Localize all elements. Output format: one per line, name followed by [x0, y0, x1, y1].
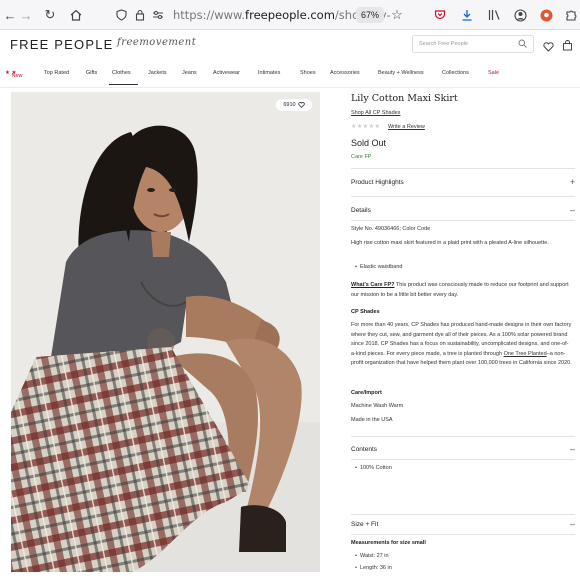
care-fp-info: What's Care FP? This product was conscio… — [351, 281, 573, 300]
brand-heading: CP Shades — [351, 309, 380, 315]
size-fit-toggle[interactable]: Size + Fit – — [351, 519, 575, 535]
browser-toolbar: ← → ↻ https://www.freepeople.com/shop/li… — [0, 0, 580, 30]
category-nav: ★ New ★ Top Rated Gifts Clothes Jackets … — [0, 67, 580, 85]
size-fit-label: Size + Fit — [351, 521, 379, 528]
lock-icon[interactable] — [132, 7, 148, 23]
product-title: Lily Cotton Maxi Skirt — [351, 93, 458, 104]
divider — [351, 514, 575, 515]
one-tree-planted-link[interactable]: One Tree Planted — [504, 351, 547, 357]
nav-item-activewear[interactable]: Activewear — [213, 70, 240, 76]
wishlist-heart-icon[interactable] — [543, 39, 554, 57]
back-arrow-icon[interactable]: ← — [2, 7, 18, 23]
divider — [351, 436, 575, 437]
product-highlights-label: Product Highlights — [351, 179, 404, 186]
contents-bullet: • 100% Cotton — [355, 465, 392, 471]
minus-icon: – — [569, 205, 575, 215]
rating-stars: ★★★★★ — [351, 124, 381, 130]
movement-logo[interactable]: freemovement — [117, 37, 196, 48]
site-logo[interactable]: FREE PEOPLE — [10, 37, 114, 52]
length-text: Length: 36 in — [359, 565, 392, 571]
availability-status: Sold Out — [351, 138, 387, 148]
details-toggle[interactable]: Details – — [351, 205, 575, 221]
brand-description: For more than 40 years, CP Shades has pr… — [351, 321, 573, 369]
nav-item-gifts[interactable]: Gifts — [86, 70, 97, 76]
url-host: freepeople.com — [245, 8, 335, 22]
divider — [351, 220, 575, 221]
made-in: Made in the USA — [351, 417, 393, 423]
nav-item-beauty-wellness[interactable]: Beauty + Wellness — [378, 70, 424, 76]
library-icon[interactable] — [486, 7, 502, 23]
nav-item-new[interactable]: ★ New ★ — [5, 70, 22, 79]
nav-item-new-label: New — [11, 73, 23, 79]
contents-toggle[interactable]: Contents – — [351, 444, 575, 460]
download-icon[interactable] — [459, 7, 475, 23]
likes-badge[interactable]: 6910 — [276, 99, 312, 111]
care-import-heading: Care/Import — [351, 390, 382, 396]
likes-heart-icon — [297, 102, 305, 108]
zoom-badge[interactable]: 67% — [356, 7, 384, 23]
divider — [351, 168, 575, 169]
reload-icon[interactable]: ↻ — [42, 7, 58, 23]
style-number: Style No. 49036466; Color Code: — [351, 226, 432, 232]
waist-measurement: • Waist: 27 in — [355, 553, 389, 559]
header-divider — [0, 87, 580, 88]
home-icon[interactable] — [68, 7, 84, 23]
minus-icon: – — [569, 519, 575, 529]
pocket-icon[interactable] — [432, 7, 448, 23]
search-placeholder: Search Free People — [419, 41, 468, 47]
care-fp-link[interactable]: What's Care FP? — [351, 282, 394, 288]
nav-item-jackets[interactable]: Jackets — [148, 70, 167, 76]
feature-bullet: • Elastic waistband — [355, 264, 403, 270]
contents-label: Contents — [351, 446, 378, 453]
shop-all-link[interactable]: Shop All CP Shades — [351, 110, 400, 116]
product-description: High rise cotton maxi skirt featured in … — [351, 240, 549, 246]
search-input[interactable]: Search Free People — [412, 35, 534, 53]
wash-instructions: Machine Wash Warm — [351, 403, 404, 409]
nav-item-collections[interactable]: Collections — [442, 70, 469, 76]
minus-icon: – — [569, 444, 575, 454]
shield-icon[interactable] — [113, 7, 129, 23]
nav-item-clothes[interactable]: Clothes — [112, 70, 131, 76]
nav-item-intimates[interactable]: Intimates — [258, 70, 280, 76]
product-highlights-toggle[interactable]: Product Highlights + — [351, 177, 575, 193]
url-prefix: https://www. — [173, 8, 246, 22]
details-label: Details — [351, 207, 371, 214]
likes-count: 6910 — [283, 102, 296, 108]
search-icon[interactable] — [518, 39, 527, 50]
divider — [351, 534, 575, 535]
forward-arrow-icon[interactable]: → — [18, 7, 34, 23]
product-image[interactable] — [11, 92, 320, 572]
write-review-link[interactable]: Write a Review — [388, 124, 425, 130]
divider — [351, 459, 575, 460]
extensions-puzzle-icon[interactable] — [563, 7, 579, 23]
active-nav-underline — [109, 84, 138, 85]
extension-duckduckgo-icon[interactable] — [538, 7, 554, 23]
measurements-heading: Measurements for size small — [351, 540, 426, 546]
plus-icon: + — [569, 177, 575, 187]
waist-text: Waist: 27 in — [359, 553, 389, 559]
permissions-icon[interactable] — [150, 7, 166, 23]
shopping-bag-icon[interactable] — [562, 38, 573, 56]
contents-bullet-text: 100% Cotton — [359, 465, 392, 471]
nav-item-accessories[interactable]: Accessories — [330, 70, 360, 76]
divider — [351, 196, 575, 197]
length-measurement: • Length: 36 in — [355, 565, 392, 571]
feature-bullet-text: Elastic waistband — [359, 264, 403, 270]
care-fp-badge[interactable]: Care FP — [351, 154, 371, 160]
nav-item-jeans[interactable]: Jeans — [182, 70, 197, 76]
bookmark-star-icon[interactable]: ☆ — [389, 7, 405, 23]
nav-item-shoes[interactable]: Shoes — [300, 70, 316, 76]
nav-item-sale[interactable]: Sale — [488, 70, 499, 76]
account-icon[interactable] — [512, 7, 528, 23]
nav-item-top-rated[interactable]: Top Rated — [44, 70, 69, 76]
